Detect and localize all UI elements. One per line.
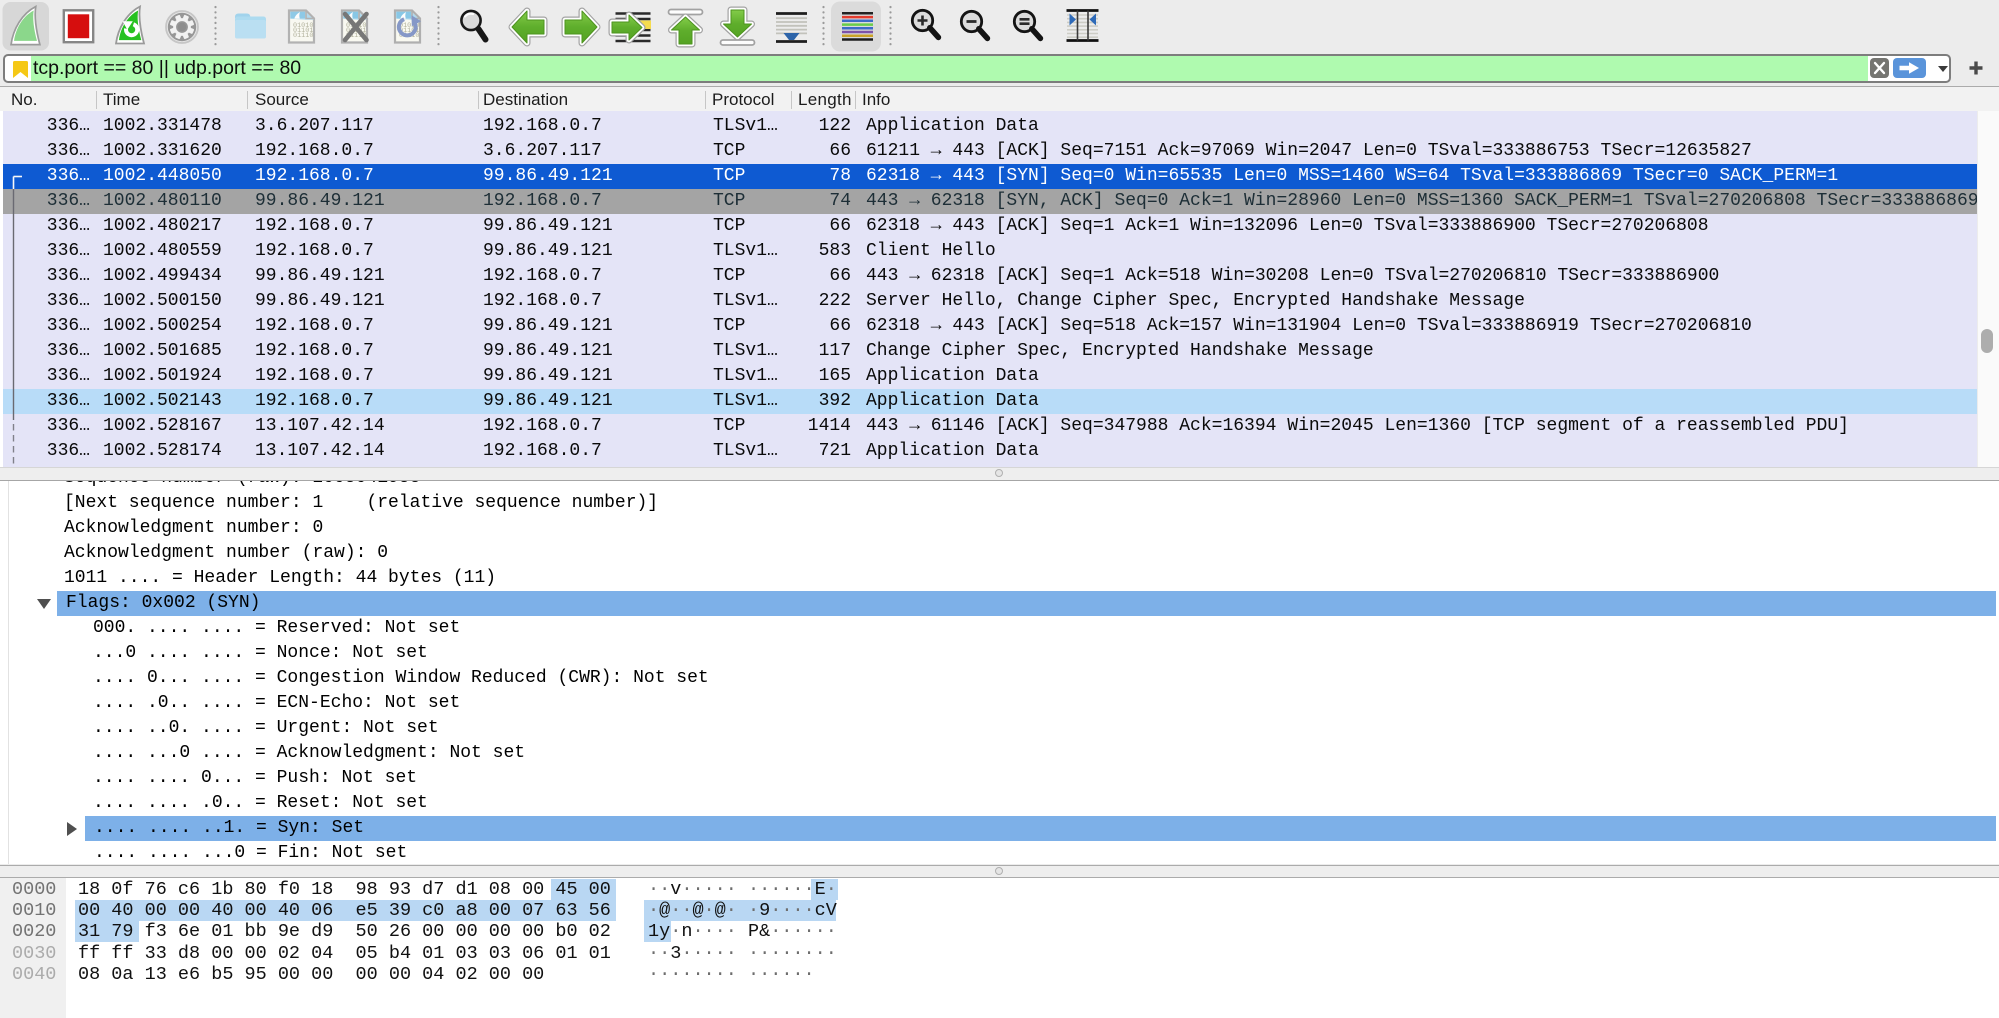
svg-text:01110: 01110 xyxy=(293,32,313,40)
